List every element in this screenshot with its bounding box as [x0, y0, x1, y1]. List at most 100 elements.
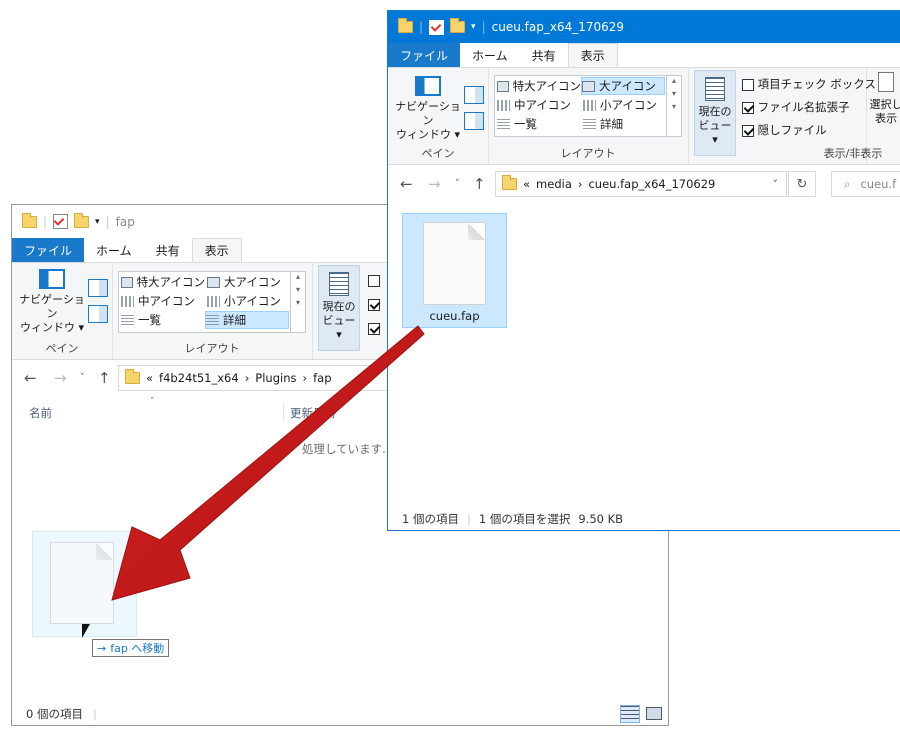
hidden-files-option[interactable]: 隠しファイル [742, 122, 827, 138]
details-icon [206, 314, 219, 326]
navigation-pane-button[interactable]: ナビゲーション ウィンドウ ▾ [18, 269, 86, 335]
search-icon: ⌕ [844, 176, 851, 191]
status-bar: 1 個の項目 | 1 個の項目を選択 9.50 KB [402, 512, 624, 526]
new-folder-icon[interactable] [450, 18, 466, 33]
tab-file[interactable]: ファイル [12, 238, 85, 262]
layout-gallery-scroll[interactable]: ▴ ▾ ▾ [666, 76, 681, 136]
breadcrumb-f4b24t51[interactable]: f4b24t51_x64 [159, 371, 239, 385]
layout-gallery-scroll[interactable]: ▴ ▾ ▾ [290, 272, 305, 332]
tab-view[interactable]: 表示 [191, 238, 242, 262]
layout-group: 特大アイコン 大アイコン 中アイコン 小アイコン 一覧 詳細 ▴ ▾ ▾ レイアウト [112, 263, 313, 359]
customize-toolbar-icon[interactable]: ▾ [471, 22, 476, 32]
current-view-button[interactable]: 現在の ビュー ▾ [694, 70, 736, 156]
search-box[interactable]: ⌕ cueu.f [831, 171, 900, 197]
customize-toolbar-icon[interactable]: ▾ [95, 217, 100, 227]
item-checkbox-toggle[interactable] [742, 78, 754, 91]
up-arrow-icon[interactable]: ↑ [98, 369, 111, 387]
forward-arrow-icon[interactable]: → [428, 175, 441, 193]
address-bar[interactable]: « media › cueu.fap_x64_170629 ˅ [495, 171, 787, 197]
file-extension-toggle[interactable] [742, 101, 754, 114]
extra-large-icons-icon [497, 80, 509, 92]
up-arrow-icon[interactable]: ↑ [473, 175, 486, 193]
back-arrow-icon[interactable]: ← [400, 175, 413, 193]
current-view-button[interactable]: 現在の ビュー ▾ [318, 265, 360, 351]
layout-list[interactable]: 一覧 [497, 115, 581, 133]
layout-details[interactable]: 詳細 [583, 115, 665, 133]
layout-group: 特大アイコン 大アイコン 中アイコン 小アイコン 一覧 詳細 ▴ ▾ ▾ レイアウト [488, 68, 689, 164]
pane-group: ナビゲーション ウィンドウ ▾ ペイン [388, 68, 489, 164]
tab-file[interactable]: ファイル [388, 43, 461, 67]
details-pane-icon[interactable] [88, 305, 108, 323]
hide-selected-icon [878, 72, 894, 92]
medium-icons-icon [121, 295, 134, 307]
layout-extra-large-icons[interactable]: 特大アイコン [497, 77, 581, 95]
tab-home[interactable]: ホーム [84, 238, 144, 262]
large-icons-icon [582, 80, 595, 92]
layout-small-icons[interactable]: 小アイコン [207, 292, 289, 310]
pane-group-label: ペイン [421, 147, 455, 160]
column-header-name[interactable]: 名前 [29, 405, 52, 421]
new-folder-icon[interactable] [74, 212, 90, 228]
file-extension-option[interactable]: ファイル名拡張子 [742, 99, 850, 115]
layout-group-label: レイアウト [560, 147, 616, 160]
layout-medium-icons[interactable]: 中アイコン [497, 96, 581, 114]
processing-text: 処理しています... [302, 442, 394, 456]
extra-large-icons-icon [121, 276, 133, 288]
breadcrumb-media[interactable]: media [536, 177, 572, 191]
front-explorer-window: | ▾ | cueu.fap_x64_170629 ファイル ホーム 共有 表示… [387, 10, 900, 531]
recent-chevron-icon[interactable]: ˅ [80, 373, 85, 383]
ribbon: ナビゲーション ウィンドウ ▾ ペイン 特大アイコン 大アイコン 中アイコン 小… [388, 67, 900, 165]
mouse-cursor-icon [82, 624, 90, 638]
column-header-modified[interactable]: 更新日時 [290, 405, 336, 421]
current-view-icon [329, 272, 349, 296]
breadcrumb-plugins[interactable]: Plugins [255, 371, 296, 385]
forward-arrow-icon[interactable]: → [54, 369, 67, 387]
show-hide-group-label: 表示/非表示 [823, 147, 883, 160]
refresh-button[interactable]: ↻ [788, 171, 816, 197]
layout-medium-icons[interactable]: 中アイコン [121, 292, 205, 310]
status-item-count: 1 個の項目 [402, 512, 459, 526]
tab-home[interactable]: ホーム [460, 43, 520, 67]
file-item-cueu-fap[interactable]: cueu.fap [402, 213, 507, 328]
properties-icon[interactable] [53, 214, 69, 229]
column-divider[interactable] [283, 403, 284, 421]
item-checkbox-toggle[interactable] [368, 275, 380, 287]
breadcrumb-fap[interactable]: fap [313, 371, 331, 385]
layout-large-icons[interactable]: 大アイコン [207, 273, 289, 291]
layout-large-icons[interactable]: 大アイコン [581, 77, 665, 95]
tab-view[interactable]: 表示 [567, 43, 618, 67]
address-bar[interactable]: « f4b24t51_x64 › Plugins › fap [118, 365, 418, 391]
file-extension-toggle[interactable] [368, 299, 380, 311]
details-view-toggle-icon[interactable] [620, 705, 640, 723]
status-item-count: 0 個の項目 [26, 707, 83, 721]
breadcrumb-cueu[interactable]: cueu.fap_x64_170629 [588, 177, 715, 191]
preview-pane-icon[interactable] [88, 279, 108, 297]
tab-share[interactable]: 共有 [519, 43, 568, 67]
properties-icon[interactable] [429, 19, 445, 35]
status-bar: 0 個の項目 | [12, 703, 668, 725]
recent-chevron-icon[interactable]: ˅ [455, 179, 460, 189]
breadcrumb-separator-icon: › [577, 177, 583, 191]
layout-list[interactable]: 一覧 [121, 311, 205, 329]
hide-selected-button[interactable]: 選択し 表示 [866, 72, 900, 126]
layout-small-icons[interactable]: 小アイコン [583, 96, 665, 114]
back-arrow-icon[interactable]: ← [24, 369, 37, 387]
hidden-files-toggle[interactable] [742, 124, 754, 137]
details-pane-icon[interactable] [464, 112, 484, 130]
layout-extra-large-icons[interactable]: 特大アイコン [121, 273, 205, 291]
hidden-files-toggle[interactable] [368, 323, 380, 335]
ribbon-tabs: ファイル ホーム 共有 表示 [388, 43, 900, 67]
large-icons-icon [207, 276, 220, 288]
folder-icon [125, 369, 140, 384]
address-dropdown-icon[interactable]: ˅ [773, 178, 779, 191]
large-icons-view-toggle-icon[interactable] [646, 707, 662, 720]
status-selected: 1 個の項目を選択 [478, 512, 571, 526]
navigation-pane-button[interactable]: ナビゲーション ウィンドウ ▾ [394, 76, 462, 142]
sort-indicator-icon: ˄ [150, 397, 155, 407]
preview-pane-icon[interactable] [464, 86, 484, 104]
layout-gallery: 特大アイコン 大アイコン 中アイコン 小アイコン 一覧 詳細 ▴ ▾ ▾ [118, 271, 306, 333]
layout-details[interactable]: 詳細 [205, 311, 289, 329]
item-checkbox-option[interactable]: 項目チェック ボックス [742, 76, 876, 92]
small-icons-icon [583, 99, 596, 111]
tab-share[interactable]: 共有 [144, 238, 192, 262]
